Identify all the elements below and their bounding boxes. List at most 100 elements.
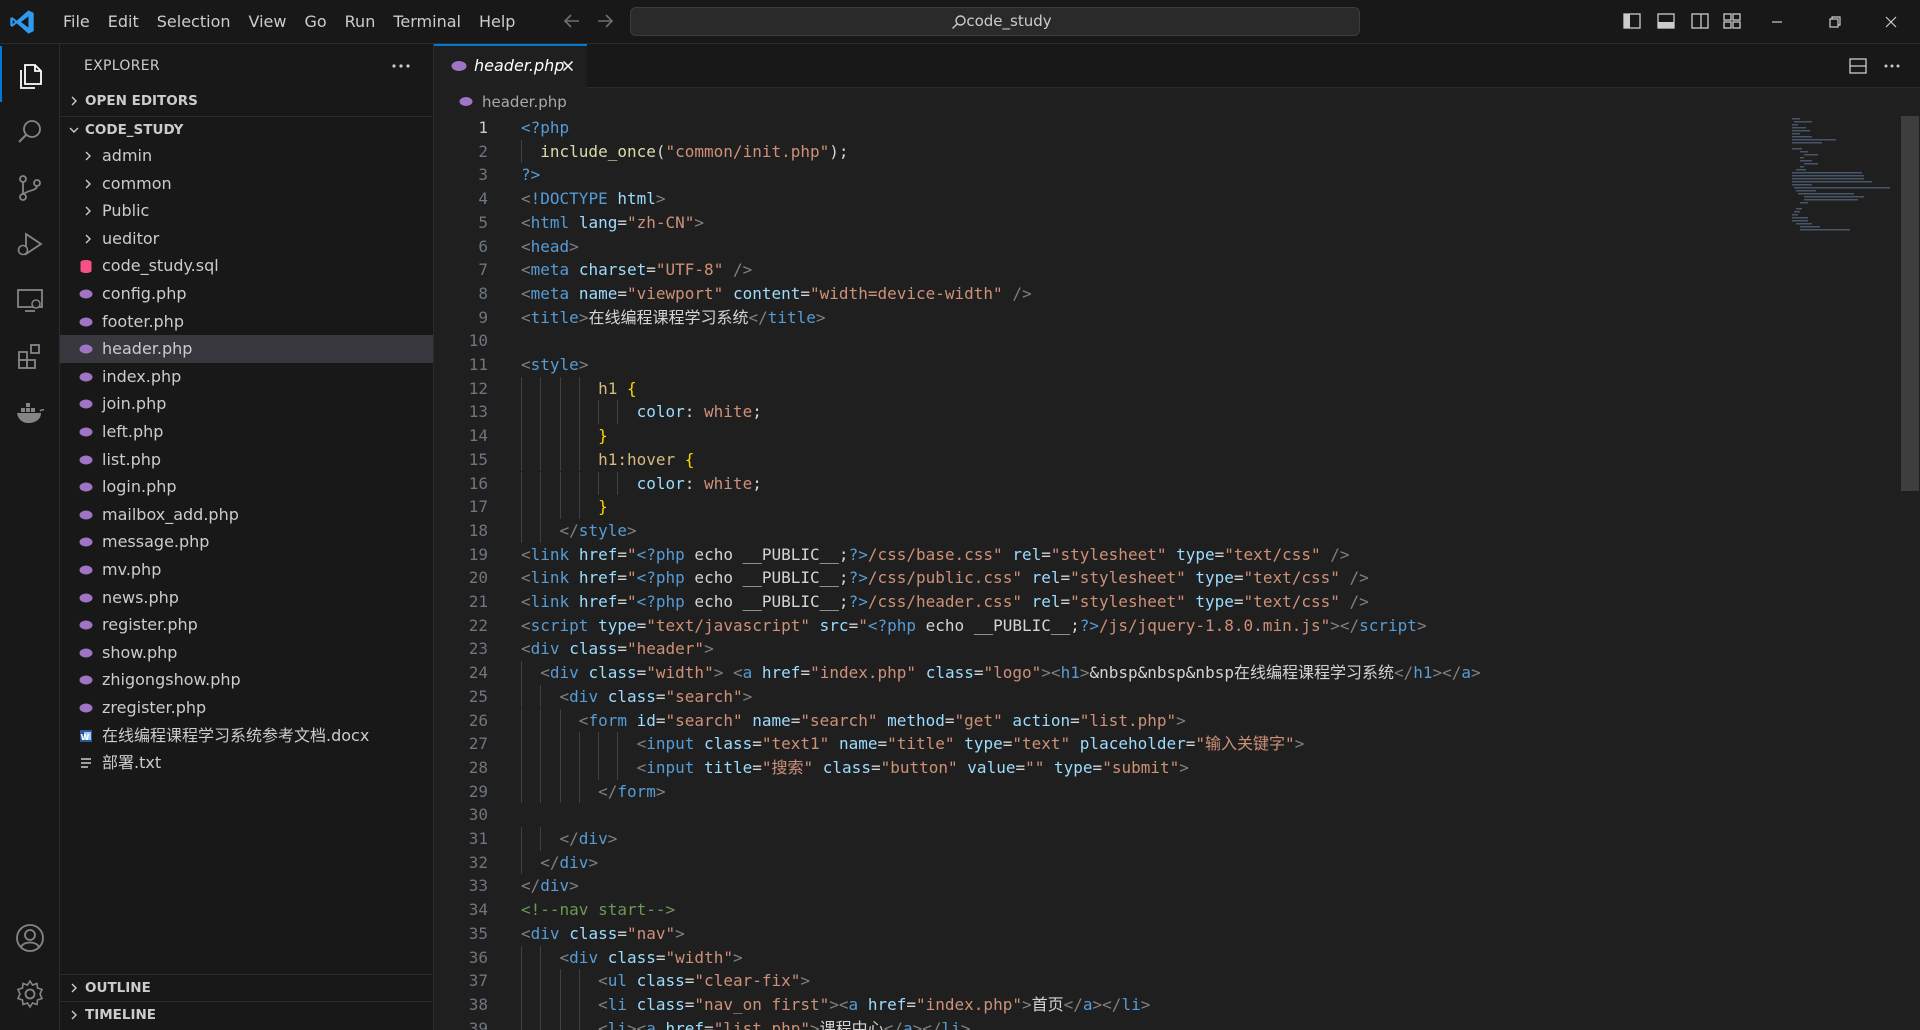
toggle-secondary-sidebar-icon[interactable] [1690, 11, 1710, 31]
remote-explorer-view-button[interactable] [0, 270, 60, 326]
minimize-button[interactable] [1754, 0, 1800, 44]
line-number: 34 [468, 900, 488, 920]
indent-guide [540, 969, 542, 993]
minimap[interactable] [1788, 116, 1894, 236]
source-control-view-button[interactable] [0, 158, 60, 214]
code-line: 20 <link href="<?php echo __PUBLIC__;?>/c… [434, 566, 1894, 590]
file-item[interactable]: left.php [60, 418, 433, 446]
folder-admin[interactable]: admin [60, 142, 433, 170]
code-line: 17 } [434, 495, 1894, 519]
file-item[interactable]: index.php [60, 363, 433, 391]
explorer-view-button[interactable] [0, 46, 60, 102]
line-content: h1:hover { [598, 449, 695, 469]
line-content: <li><a href="list.php">课程中心</a></li> [598, 1018, 971, 1030]
file-name: config.php [102, 284, 187, 303]
accounts-button[interactable] [0, 908, 60, 964]
line-content: <script type="text/javascript" src="<?ph… [521, 615, 1427, 635]
split-editor-icon[interactable] [1848, 56, 1868, 76]
file-item[interactable]: mv.php [60, 556, 433, 584]
line-number: 11 [468, 355, 488, 374]
line-number: 18 [468, 520, 488, 540]
toggle-primary-sidebar-icon[interactable] [1622, 11, 1642, 31]
line-content: <!DOCTYPE html> [521, 189, 666, 209]
menu-selection[interactable]: Selection [148, 7, 240, 37]
line-content: <meta charset="UTF-8" /> [521, 260, 753, 280]
editor-scrollbar-thumb[interactable] [1901, 116, 1919, 491]
line-number: 5 [478, 212, 488, 232]
file-item[interactable]: code_study.sql [60, 252, 433, 280]
file-item[interactable]: mailbox_add.php [60, 501, 433, 529]
indent-guide [540, 400, 542, 425]
code-line: 1 <?php [434, 116, 1894, 140]
tab-header-php[interactable]: header.php [434, 44, 587, 88]
customize-layout-icon[interactable] [1722, 11, 1742, 31]
file-item[interactable]: news.php [60, 584, 433, 612]
title-bar: File Edit Selection View Go Run Terminal Help c… [0, 0, 1920, 44]
code-line: 19 <link href="<?php echo __PUBLIC__;?>/c… [434, 543, 1894, 567]
code-editor[interactable]: 1 <?php 2 include_once("common/init.php");… [434, 116, 1894, 1030]
file-item[interactable]: W 在线编程课程学习系统参考文档.docx [60, 722, 433, 750]
menu-view[interactable]: View [240, 7, 296, 37]
forward-arrow-icon[interactable] [594, 10, 616, 32]
file-item[interactable]: zregister.php [60, 694, 433, 722]
indent-guide [559, 495, 561, 519]
folder-common[interactable]: common [60, 170, 433, 198]
file-item[interactable]: join.php [60, 390, 433, 418]
docker-view-button[interactable] [0, 382, 60, 438]
file-item[interactable]: show.php [60, 639, 433, 667]
line-content: </style> [559, 520, 637, 540]
manage-settings-button[interactable] [0, 964, 60, 1020]
file-item[interactable]: list.php [60, 446, 433, 474]
code-study-section[interactable]: CODE_STUDY [60, 116, 433, 143]
menu-edit[interactable]: Edit [99, 7, 148, 37]
php-file-icon [79, 482, 93, 492]
file-item[interactable]: header.php [60, 335, 433, 363]
close-window-button[interactable] [1868, 0, 1914, 44]
file-item[interactable]: login.php [60, 473, 433, 501]
extensions-view-button[interactable] [0, 326, 60, 382]
menu-help[interactable]: Help [470, 7, 524, 37]
indent-guide [578, 424, 580, 448]
command-center-search[interactable]: code_study [630, 7, 1360, 36]
open-editors-section[interactable]: OPEN EDITORS [60, 88, 433, 114]
back-arrow-icon[interactable] [561, 10, 583, 32]
more-actions-icon[interactable] [389, 54, 413, 78]
file-item[interactable]: config.php [60, 280, 433, 308]
menu-go[interactable]: Go [295, 7, 335, 37]
indent-guide [521, 400, 522, 425]
line-content: </form> [598, 781, 666, 801]
file-name: list.php [102, 449, 162, 469]
code-line: 2 include_once("common/init.php"); [434, 139, 1894, 164]
more-actions-icon[interactable] [1882, 56, 1902, 76]
close-tab-icon[interactable] [560, 58, 576, 74]
toggle-panel-icon[interactable] [1656, 11, 1676, 31]
menu-run[interactable]: Run [336, 7, 385, 37]
menu-file[interactable]: File [54, 7, 99, 37]
menu-terminal[interactable]: Terminal [384, 7, 470, 37]
code-line: 5 <html lang="zh-CN"> [434, 211, 1894, 235]
file-item[interactable]: register.php [60, 611, 433, 639]
restore-button[interactable] [1812, 0, 1858, 44]
timeline-section[interactable]: TIMELINE [60, 1001, 433, 1028]
run-debug-view-button[interactable] [0, 214, 60, 270]
file-item[interactable]: zhigongshow.php [60, 666, 433, 694]
folder-ueditor[interactable]: ueditor [60, 225, 433, 253]
code-line: 16 color: white; [434, 471, 1894, 496]
search-view-button[interactable] [0, 102, 60, 158]
file-item[interactable]: message.php [60, 528, 433, 556]
line-number: 26 [468, 710, 488, 730]
file-item[interactable]: footer.php [60, 308, 433, 336]
folder-public[interactable]: Public [60, 197, 433, 225]
file-item[interactable]: 部署.txt [60, 749, 433, 777]
outline-section[interactable]: OUTLINE [60, 974, 433, 1001]
file-name: header.php [102, 339, 193, 359]
indent-guide [578, 471, 580, 496]
indent-guide [521, 945, 522, 970]
indent-guide [521, 661, 522, 685]
code-line: 21 <link href="<?php echo __PUBLIC__;?>/c… [434, 590, 1894, 614]
code-line: 11 <style> [434, 353, 1894, 377]
line-content: </div> [521, 876, 579, 896]
indent-guide [578, 376, 580, 401]
php-file-icon [451, 61, 467, 71]
line-number: 10 [468, 331, 488, 351]
